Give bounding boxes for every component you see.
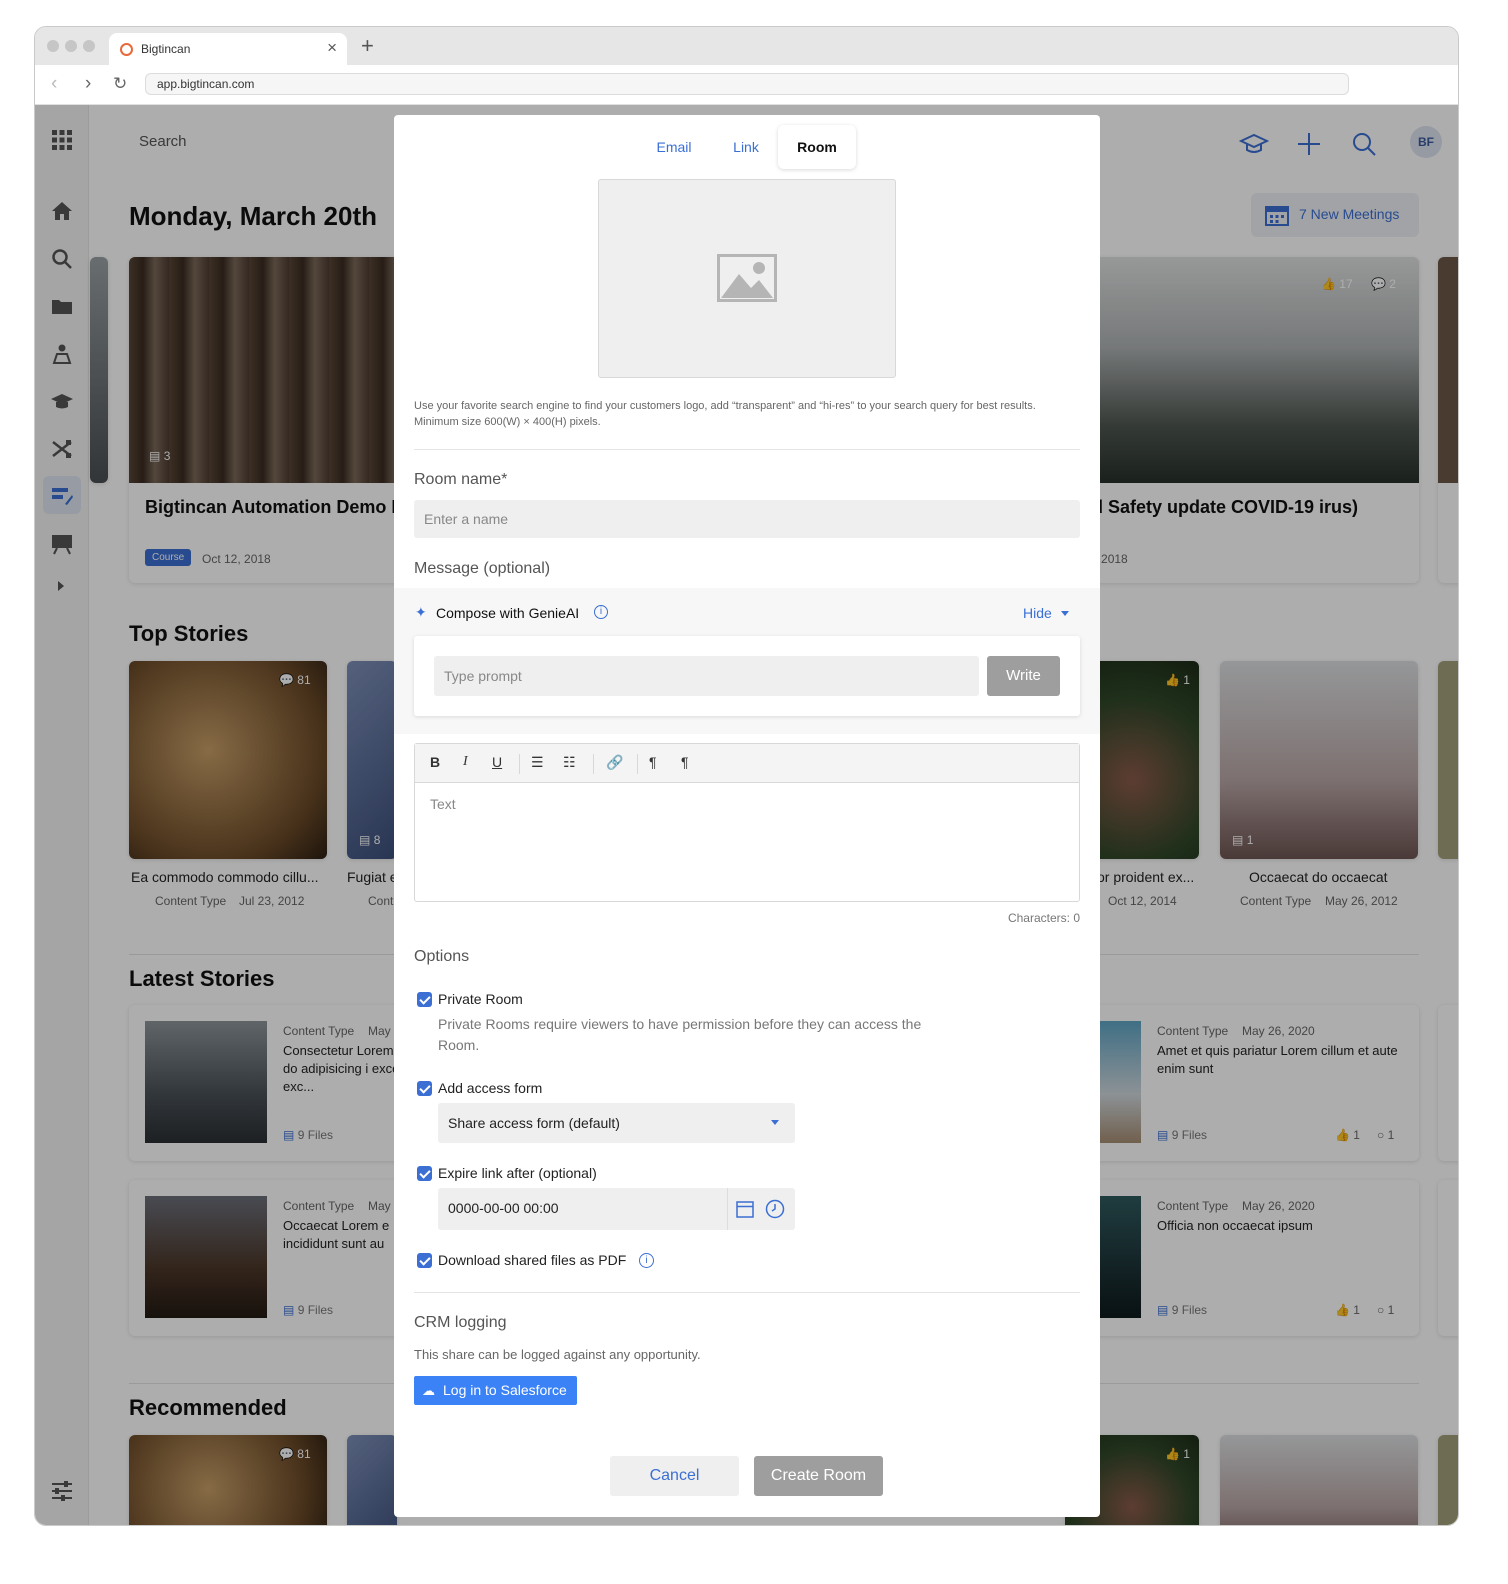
private-room-desc: Private Rooms require viewers to have pe… <box>438 1016 922 1053</box>
reload-icon[interactable]: ↻ <box>113 74 127 94</box>
underline-icon[interactable]: U <box>492 754 502 770</box>
expire-datetime-field[interactable]: 0000-00-00 00:00 <box>438 1188 795 1230</box>
prompt-input[interactable]: Type prompt <box>434 656 979 696</box>
tab-title: Bigtincan <box>141 42 191 56</box>
app-content: Search BF 7 New Meetings Monday, March 2… <box>35 105 1458 1525</box>
image-placeholder-icon <box>717 254 777 302</box>
forward-icon[interactable]: › <box>85 73 91 95</box>
access-form-label: Add access form <box>438 1080 543 1096</box>
close-tab-icon[interactable]: × <box>327 38 337 58</box>
close-dot[interactable] <box>47 40 59 52</box>
character-count: Characters: 0 <box>1007 911 1080 925</box>
cancel-button[interactable]: Cancel <box>610 1456 739 1496</box>
zoom-dot[interactable] <box>83 40 95 52</box>
chevron-down-icon[interactable] <box>1061 611 1069 616</box>
salesforce-login-button[interactable]: ☁ Log in to Salesforce <box>414 1376 577 1405</box>
toolbar-separator <box>593 754 594 774</box>
sparkle-icon: ✦ <box>415 604 427 620</box>
editor-toolbar: B I U ☰ ☷ 🔗 ¶ ¶ <box>415 744 1079 783</box>
options-label: Options <box>414 948 470 965</box>
salesforce-label: Log in to Salesforce <box>443 1382 567 1398</box>
browser-window: Bigtincan × + ‹ › ↻ app.bigtincan.com Se… <box>34 26 1459 1526</box>
toolbar-separator <box>637 754 638 774</box>
info-icon[interactable]: i <box>639 1253 654 1268</box>
room-name-input[interactable]: Enter a name <box>414 500 1080 538</box>
access-form-checkbox[interactable] <box>417 1081 432 1096</box>
prompt-container: Type prompt Write <box>414 636 1080 716</box>
link-icon[interactable]: 🔗 <box>606 754 623 771</box>
back-icon[interactable]: ‹ <box>51 73 57 95</box>
tab-bar: Bigtincan × + <box>35 27 1458 65</box>
minimize-dot[interactable] <box>65 40 77 52</box>
logo-upload-area[interactable] <box>598 179 896 378</box>
tab-room[interactable]: Room <box>778 125 856 169</box>
bold-icon[interactable]: B <box>430 754 440 770</box>
expire-datetime-value: 0000-00-00 00:00 <box>448 1200 559 1216</box>
access-form-select[interactable]: Share access form (default) <box>438 1103 795 1143</box>
expire-link-checkbox[interactable] <box>417 1166 432 1181</box>
crm-label: CRM logging <box>414 1314 507 1331</box>
private-room-checkbox[interactable] <box>417 992 432 1007</box>
create-room-button[interactable]: Create Room <box>754 1456 883 1496</box>
chevron-down-icon <box>771 1120 779 1125</box>
numbered-list-icon[interactable]: ☷ <box>563 754 576 771</box>
modal-divider <box>414 1292 1080 1293</box>
window-controls[interactable] <box>47 39 101 57</box>
bullet-list-icon[interactable]: ☰ <box>531 754 544 771</box>
editor-placeholder: Text <box>430 796 456 812</box>
genie-label: Compose with GenieAI <box>436 605 580 621</box>
tab-email[interactable]: Email <box>639 125 709 169</box>
calendar-icon[interactable] <box>736 1200 754 1218</box>
share-modal: Email Link Room Use your favorite search… <box>394 115 1100 1517</box>
address-bar: ‹ › ↻ app.bigtincan.com <box>35 65 1458 105</box>
rtl-icon[interactable]: ¶ <box>681 754 689 770</box>
download-pdf-checkbox[interactable] <box>417 1253 432 1268</box>
new-tab-icon[interactable]: + <box>361 33 374 59</box>
toolbar-separator <box>519 754 520 774</box>
room-name-label: Room name* <box>414 471 508 488</box>
url-field[interactable]: app.bigtincan.com <box>145 73 1349 95</box>
italic-icon[interactable]: I <box>463 754 468 770</box>
access-form-value: Share access form (default) <box>448 1115 620 1131</box>
download-pdf-label: Download shared files as PDF <box>438 1252 627 1268</box>
tab-link[interactable]: Link <box>714 125 778 169</box>
info-icon[interactable]: i <box>594 605 608 619</box>
cloud-icon: ☁ <box>422 1383 435 1398</box>
private-room-label: Private Room <box>438 991 523 1007</box>
clock-icon[interactable] <box>765 1199 785 1219</box>
field-separator <box>727 1188 728 1230</box>
logo-hint: Use your favorite search engine to find … <box>414 400 1036 428</box>
crm-desc: This share can be logged against any opp… <box>414 1347 701 1362</box>
message-label: Message (optional) <box>414 560 551 577</box>
message-editor[interactable]: B I U ☰ ☷ 🔗 ¶ ¶ Text <box>414 743 1080 902</box>
favicon-icon <box>120 43 133 56</box>
browser-tab[interactable]: Bigtincan × <box>109 33 347 65</box>
hide-genie-button[interactable]: Hide <box>1023 605 1052 621</box>
write-button[interactable]: Write <box>987 656 1060 696</box>
genie-panel: ✦ Compose with GenieAI i Hide Type promp… <box>394 588 1100 734</box>
expire-link-label: Expire link after (optional) <box>438 1165 597 1181</box>
ltr-icon[interactable]: ¶ <box>649 754 657 770</box>
modal-divider <box>414 449 1080 450</box>
